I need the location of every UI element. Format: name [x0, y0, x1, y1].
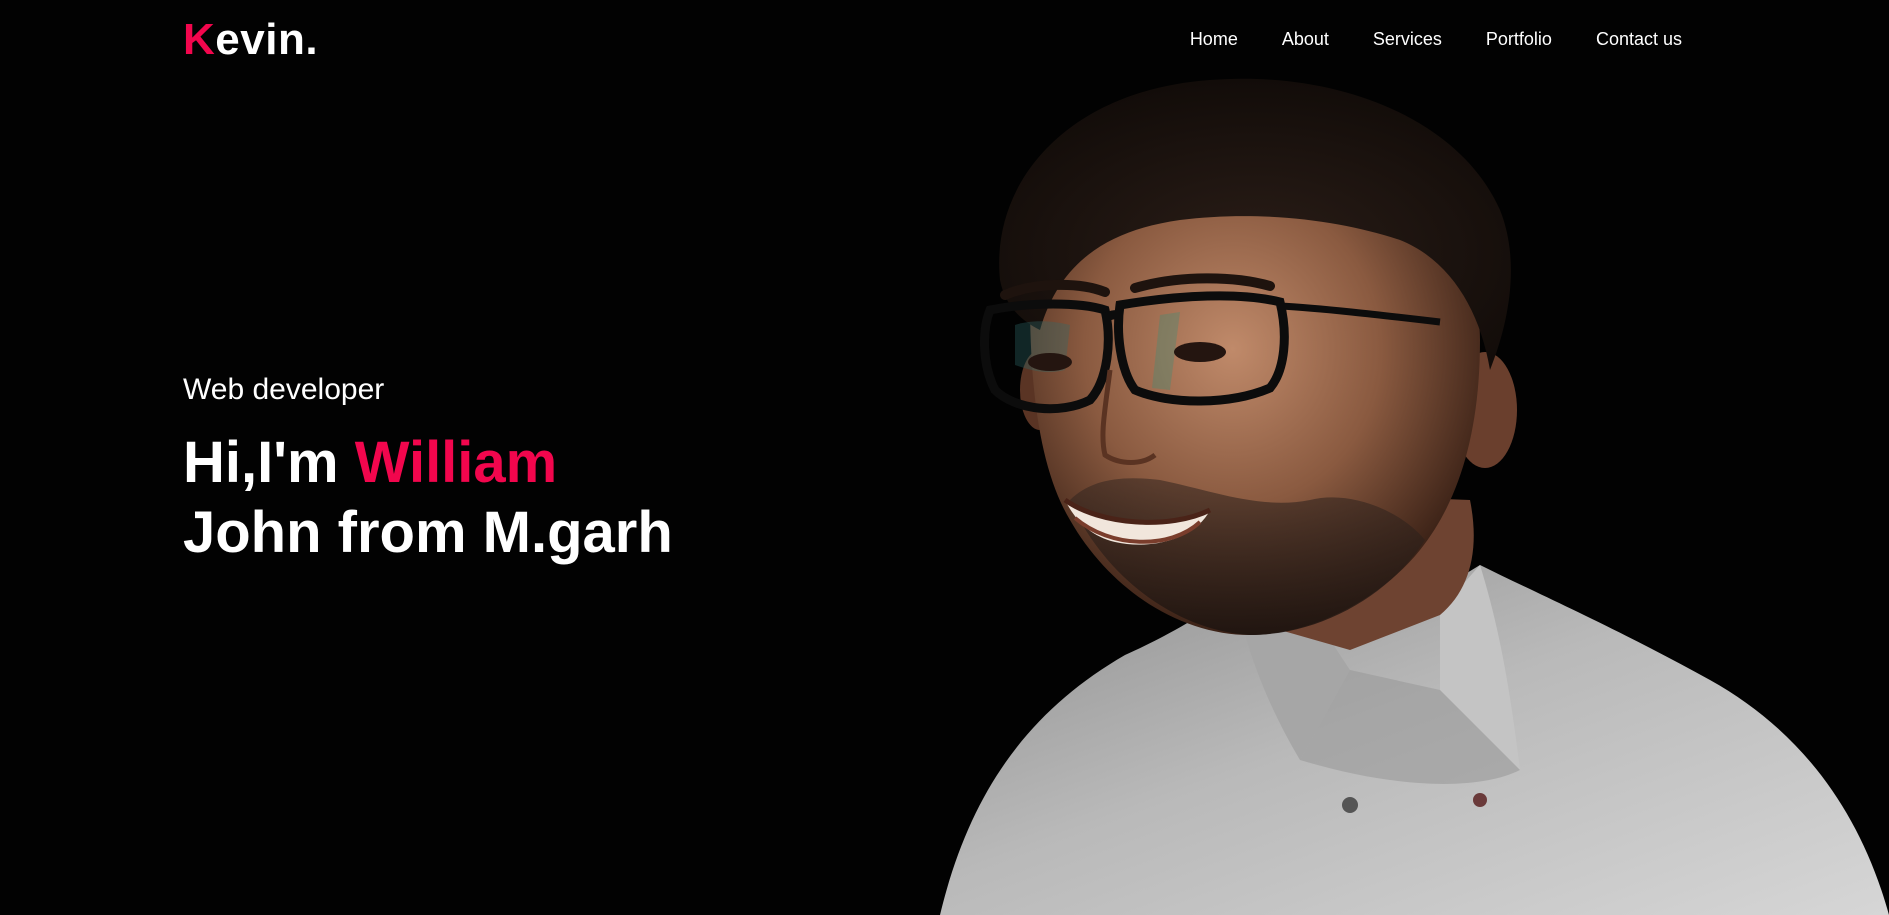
- hero-intro: Web developer Hi,I'm William John from M…: [183, 370, 673, 568]
- nav-link-home[interactable]: Home: [1190, 27, 1238, 51]
- portrait-photo: [940, 78, 1889, 915]
- nav-link-portfolio[interactable]: Portfolio: [1486, 27, 1552, 51]
- logo[interactable]: Kevin.: [183, 14, 318, 66]
- page: Kevin. Home About Services Portfolio Con…: [0, 0, 1889, 915]
- logo-accent-letter: K: [183, 15, 216, 64]
- nav-menu: Home About Services Portfolio Contact us: [1190, 27, 1682, 51]
- nav-link-about[interactable]: About: [1282, 27, 1329, 51]
- nav-link-services[interactable]: Services: [1373, 27, 1442, 51]
- nav-link-contact[interactable]: Contact us: [1596, 27, 1682, 51]
- hero-greeting: Hi,I'm: [183, 430, 355, 495]
- hero-line-two: John from M.garh: [183, 500, 673, 565]
- hero-subtitle: Web developer: [183, 373, 385, 406]
- hero-first-name: William: [354, 430, 558, 495]
- logo-text: evin.: [215, 15, 319, 64]
- hero-headline: Hi,I'm William John from M.garh: [183, 428, 673, 568]
- navbar: Kevin. Home About Services Portfolio Con…: [0, 0, 1889, 80]
